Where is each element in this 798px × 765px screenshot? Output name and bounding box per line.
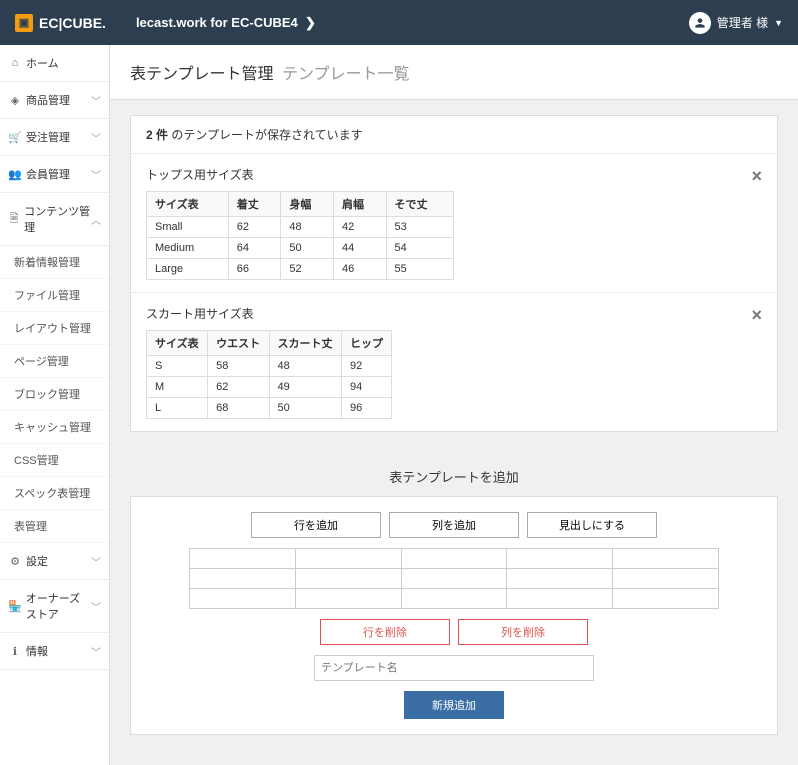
sidebar: ⌂ホーム ◈商品管理﹀ 🛒受注管理﹀ 👥会員管理﹀ 🗎コンテンツ管理︿ 新着情報… bbox=[0, 45, 110, 765]
add-col-button[interactable]: 列を追加 bbox=[389, 512, 519, 538]
table-row: Large66524655 bbox=[147, 259, 454, 280]
edit-grid[interactable] bbox=[189, 548, 719, 609]
table-header: そで丈 bbox=[386, 192, 453, 217]
template-count: 2 件 のテンプレートが保存されています bbox=[131, 116, 777, 154]
chevron-down-icon: ﹀ bbox=[91, 554, 101, 569]
table-header-row: サイズ表 ウエスト スカート丈 ヒップ bbox=[147, 331, 392, 356]
add-row-button[interactable]: 行を追加 bbox=[251, 512, 381, 538]
subnav-css[interactable]: CSS管理 bbox=[0, 444, 109, 477]
table-header: サイズ表 bbox=[147, 331, 208, 356]
table-row: S584892 bbox=[147, 356, 392, 377]
table-row: L685096 bbox=[147, 398, 392, 419]
subnav-spec[interactable]: スペック表管理 bbox=[0, 477, 109, 510]
close-icon[interactable]: × bbox=[751, 305, 762, 326]
logo-icon: ▣ bbox=[15, 14, 33, 32]
app-header: ▣ EC|CUBE. lecast.work for EC-CUBE4 ❯ 管理… bbox=[0, 0, 798, 45]
page-header: 表テンプレート管理 テンプレート一覧 bbox=[110, 45, 798, 100]
store-icon: 🏪 bbox=[8, 600, 22, 613]
table-row: M624994 bbox=[147, 377, 392, 398]
user-menu[interactable]: 管理者 様 ▼ bbox=[689, 12, 783, 34]
template-title: スカート用サイズ表 bbox=[146, 305, 762, 322]
subnav-news[interactable]: 新着情報管理 bbox=[0, 246, 109, 279]
template-block-1: スカート用サイズ表 × サイズ表 ウエスト スカート丈 ヒップ S584892 … bbox=[131, 292, 777, 431]
table-header: スカート丈 bbox=[269, 331, 342, 356]
table-row: Medium64504454 bbox=[147, 238, 454, 259]
submit-button[interactable]: 新規追加 bbox=[404, 691, 504, 719]
table-header: ウエスト bbox=[208, 331, 269, 356]
cube-icon: ◈ bbox=[8, 94, 22, 107]
template-name-input[interactable] bbox=[314, 655, 594, 681]
cog-icon: ⚙ bbox=[8, 555, 22, 568]
template-block-0: トップス用サイズ表 × サイズ表 着丈 身幅 肩幅 そで丈 Small62484… bbox=[131, 154, 777, 292]
subnav-file[interactable]: ファイル管理 bbox=[0, 279, 109, 312]
table-row: Small62484253 bbox=[147, 217, 454, 238]
users-icon: 👥 bbox=[8, 168, 22, 181]
delete-row-button[interactable]: 行を削除 bbox=[320, 619, 450, 645]
chevron-down-icon: ﹀ bbox=[91, 599, 101, 614]
nav-info[interactable]: ℹ情報﹀ bbox=[0, 633, 109, 670]
add-template-section: 表テンプレートを追加 行を追加 列を追加 見出しにする 行を削除 列を削除 bbox=[130, 457, 778, 735]
nav-store[interactable]: 🏪オーナーズストア﹀ bbox=[0, 580, 109, 633]
subnav-layout[interactable]: レイアウト管理 bbox=[0, 312, 109, 345]
nav-content[interactable]: 🗎コンテンツ管理︿ bbox=[0, 193, 109, 246]
make-heading-button[interactable]: 見出しにする bbox=[527, 512, 657, 538]
chevron-down-icon: ﹀ bbox=[91, 93, 101, 108]
header-title[interactable]: lecast.work for EC-CUBE4 ❯ bbox=[136, 15, 316, 31]
table-header: 肩幅 bbox=[333, 192, 386, 217]
template-table-1: サイズ表 ウエスト スカート丈 ヒップ S584892 M624994 L685… bbox=[146, 330, 392, 419]
chevron-down-icon: ﹀ bbox=[91, 130, 101, 145]
delete-col-button[interactable]: 列を削除 bbox=[458, 619, 588, 645]
templates-card: 2 件 のテンプレートが保存されています トップス用サイズ表 × サイズ表 着丈… bbox=[130, 115, 778, 432]
nav-settings[interactable]: ⚙設定﹀ bbox=[0, 543, 109, 580]
chevron-down-icon: ▼ bbox=[774, 18, 783, 28]
chevron-down-icon: ﹀ bbox=[91, 644, 101, 659]
subnav-table[interactable]: 表管理 bbox=[0, 510, 109, 543]
table-header: サイズ表 bbox=[147, 192, 229, 217]
subnav-page[interactable]: ページ管理 bbox=[0, 345, 109, 378]
subnav-block[interactable]: ブロック管理 bbox=[0, 378, 109, 411]
page-title: 表テンプレート管理 テンプレート一覧 bbox=[130, 60, 778, 84]
close-icon[interactable]: × bbox=[751, 166, 762, 187]
table-header: 身幅 bbox=[281, 192, 334, 217]
subnav-cache[interactable]: キャッシュ管理 bbox=[0, 411, 109, 444]
add-heading: 表テンプレートを追加 bbox=[130, 457, 778, 496]
user-icon bbox=[689, 12, 711, 34]
chevron-up-icon: ︿ bbox=[91, 212, 101, 227]
info-icon: ℹ bbox=[8, 645, 22, 658]
home-icon: ⌂ bbox=[8, 57, 22, 69]
add-card: 行を追加 列を追加 見出しにする 行を削除 列を削除 新規追加 bbox=[130, 496, 778, 735]
template-table-0: サイズ表 着丈 身幅 肩幅 そで丈 Small62484253 Medium64… bbox=[146, 191, 454, 280]
logo-text: EC|CUBE bbox=[39, 15, 102, 31]
table-header: 着丈 bbox=[228, 192, 281, 217]
page-subtitle: テンプレート一覧 bbox=[282, 66, 410, 83]
table-header-row: サイズ表 着丈 身幅 肩幅 そで丈 bbox=[147, 192, 454, 217]
nav-members[interactable]: 👥会員管理﹀ bbox=[0, 156, 109, 193]
user-name: 管理者 様 bbox=[717, 14, 768, 31]
chevron-down-icon: ﹀ bbox=[91, 167, 101, 182]
template-title: トップス用サイズ表 bbox=[146, 166, 762, 183]
nav-products[interactable]: ◈商品管理﹀ bbox=[0, 82, 109, 119]
cart-icon: 🛒 bbox=[8, 131, 22, 144]
table-header: ヒップ bbox=[342, 331, 392, 356]
file-icon: 🗎 bbox=[8, 210, 20, 229]
nav-orders[interactable]: 🛒受注管理﹀ bbox=[0, 119, 109, 156]
logo: ▣ EC|CUBE. bbox=[15, 14, 106, 32]
chevron-right-icon: ❯ bbox=[305, 15, 316, 30]
nav-home[interactable]: ⌂ホーム bbox=[0, 45, 109, 82]
main-content: 表テンプレート管理 テンプレート一覧 2 件 のテンプレートが保存されています … bbox=[110, 45, 798, 765]
